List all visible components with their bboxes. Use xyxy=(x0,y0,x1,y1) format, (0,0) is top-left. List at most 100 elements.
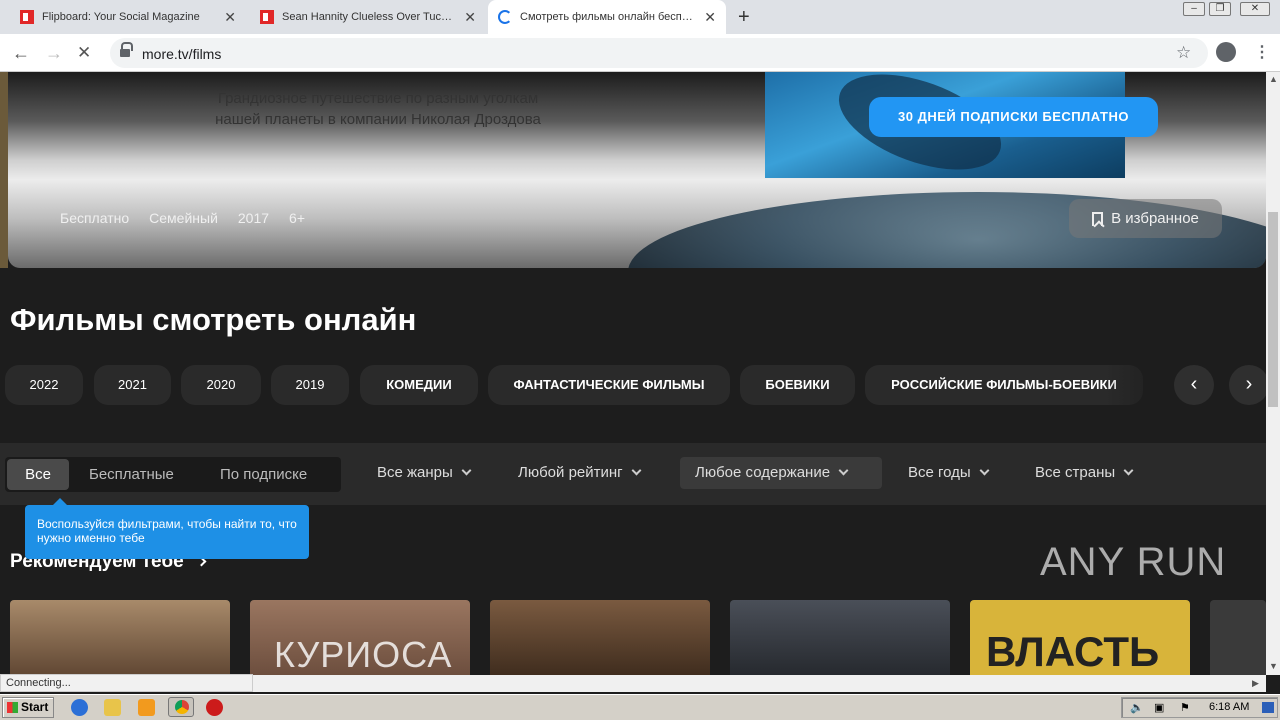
close-window-button[interactable]: ✕ xyxy=(1240,2,1270,16)
folder-icon[interactable] xyxy=(104,699,121,716)
tab-close-icon[interactable]: ✕ xyxy=(464,9,476,26)
category-chips: 2022 2021 2020 2019 КОМЕДИИ ФАНТАСТИЧЕСК… xyxy=(5,365,1175,405)
flipboard-favicon-icon xyxy=(20,10,34,24)
year-dropdown[interactable]: Все годы xyxy=(908,457,990,489)
country-dropdown-label: Все страны xyxy=(1035,464,1116,481)
meta-age-rating: 6+ xyxy=(289,210,306,226)
tab-close-icon[interactable]: ✕ xyxy=(224,9,236,26)
chip-comedies[interactable]: КОМЕДИИ xyxy=(360,365,478,405)
content-dropdown-label: Любое содержание xyxy=(695,464,831,481)
chips-next-arrow-icon[interactable]: › xyxy=(1229,365,1266,405)
movie-poster[interactable] xyxy=(730,600,950,675)
anyrun-watermark: ANY RUN xyxy=(1040,540,1227,584)
bookmark-icon xyxy=(1092,211,1104,226)
opera-icon[interactable] xyxy=(206,699,223,716)
hero-description-line: Грандиозное путешествие по разным уголка… xyxy=(217,90,539,107)
scroll-thumb[interactable] xyxy=(1268,212,1278,407)
browser-tab-more-tv[interactable]: Смотреть фильмы онлайн бесплат ✕ xyxy=(488,0,726,34)
favorites-label: В избранное xyxy=(1111,210,1199,227)
minimize-button[interactable]: – xyxy=(1183,2,1205,16)
chip-action[interactable]: БОЕВИКИ xyxy=(740,365,855,405)
add-to-favorites-button[interactable]: В избранное xyxy=(1069,199,1222,238)
scroll-up-icon[interactable]: ▲ xyxy=(1269,74,1278,84)
forward-arrow-icon[interactable]: → xyxy=(45,43,63,64)
address-bar[interactable]: more.tv/films xyxy=(110,38,1208,68)
chrome-icon xyxy=(175,700,189,714)
system-tray: 🔈 ▣ ⚑ xyxy=(1121,697,1278,718)
chevron-down-icon xyxy=(1123,465,1134,476)
chevron-down-icon xyxy=(838,465,849,476)
chevron-down-icon xyxy=(631,465,642,476)
segment-free[interactable]: Бесплатные xyxy=(89,457,174,492)
meta-price: Бесплатно xyxy=(60,210,130,226)
back-arrow-icon[interactable]: ← xyxy=(12,43,30,64)
meta-genre: Семейный xyxy=(149,210,218,226)
chips-prev-arrow-icon[interactable]: ‹ xyxy=(1174,365,1214,405)
chip-year[interactable]: 2020 xyxy=(181,365,261,405)
status-bubble: Connecting... xyxy=(0,674,253,692)
browser-tab-hannity[interactable]: Sean Hannity Clueless Over Tucker C ✕ xyxy=(250,0,486,34)
scroll-right-icon[interactable]: ▶ xyxy=(1252,678,1259,689)
movie-poster[interactable]: ВЛАСТЬ xyxy=(970,600,1190,675)
scroll-down-icon[interactable]: ▼ xyxy=(1269,661,1278,671)
country-dropdown[interactable]: Все страны xyxy=(1035,457,1134,489)
availability-segmented-control: Все Бесплатные По подписке xyxy=(5,457,341,492)
year-dropdown-label: Все годы xyxy=(908,464,971,481)
chip-russian-action[interactable]: РОССИЙСКИЕ ФИЛЬМЫ-БОЕВИКИ xyxy=(865,365,1143,405)
tab-title: Flipboard: Your Social Magazine xyxy=(42,11,200,23)
chevron-down-icon xyxy=(461,465,472,476)
rating-dropdown[interactable]: Любой рейтинг xyxy=(518,457,642,489)
tab-title: Sean Hannity Clueless Over Tucker C xyxy=(282,11,455,23)
network-icon[interactable]: ▣ xyxy=(1154,701,1164,714)
loading-spinner-icon xyxy=(498,10,512,24)
page-title: Фильмы смотреть онлайн xyxy=(10,302,417,337)
chip-year[interactable]: 2022 xyxy=(5,365,83,405)
segment-subscription[interactable]: По подписке xyxy=(220,457,307,492)
hero-banner[interactable]: Грандиозное путешествие по разным уголка… xyxy=(8,72,1266,268)
chip-year[interactable]: 2019 xyxy=(271,365,349,405)
movie-poster[interactable]: КУРИОСА xyxy=(250,600,470,675)
genre-dropdown[interactable]: Все жанры xyxy=(377,457,472,489)
vertical-scrollbar[interactable]: ▲ ▼ xyxy=(1266,72,1280,675)
segment-all[interactable]: Все xyxy=(7,459,69,490)
chip-year[interactable]: 2021 xyxy=(94,365,171,405)
media-player-icon[interactable] xyxy=(138,699,155,716)
movie-poster[interactable] xyxy=(10,600,230,675)
menu-kebab-icon[interactable]: ⋮ xyxy=(1254,42,1270,62)
new-tab-button[interactable]: + xyxy=(738,6,750,29)
previous-slide-edge[interactable] xyxy=(0,72,8,268)
filter-hint-tooltip: Воспользуйся фильтрами, чтобы найти то, … xyxy=(25,498,309,559)
profile-avatar-icon[interactable] xyxy=(1216,42,1236,62)
browser-toolbar: ← → ✕ more.tv/films ☆ ⋮ xyxy=(0,34,1280,72)
maximize-button[interactable]: ❐ xyxy=(1209,2,1231,16)
browser-tab-flipboard[interactable]: Flipboard: Your Social Magazine ✕ xyxy=(10,0,246,34)
tab-close-icon[interactable]: ✕ xyxy=(704,9,716,26)
content-dropdown[interactable]: Любое содержание xyxy=(680,457,882,489)
volume-icon[interactable]: 🔈 xyxy=(1130,701,1144,714)
hero-description: Грандиозное путешествие по разным уголка… xyxy=(178,88,578,130)
clock: 6:18 AM xyxy=(1209,701,1250,713)
meta-year: 2017 xyxy=(237,210,270,226)
url-text[interactable]: more.tv/films xyxy=(142,46,221,62)
lock-icon xyxy=(120,42,133,58)
filter-bar: Все Бесплатные По подписке Все жанры Люб… xyxy=(0,443,1266,505)
movie-poster[interactable] xyxy=(1210,600,1266,675)
hero-description-line: нашей планеты в компании Николая Дроздов… xyxy=(215,111,541,128)
stop-loading-icon[interactable]: ✕ xyxy=(77,43,91,63)
movie-poster[interactable] xyxy=(490,600,710,675)
bookmark-star-icon[interactable]: ☆ xyxy=(1176,43,1191,63)
chrome-taskbar-button[interactable] xyxy=(168,697,194,717)
start-button[interactable]: Start xyxy=(2,697,54,718)
chip-sci-fi[interactable]: ФАНТАСТИЧЕСКИЕ ФИЛЬМЫ xyxy=(488,365,730,405)
browser-tab-strip: Flipboard: Your Social Magazine ✕ Sean H… xyxy=(0,0,1280,34)
desktop-icon[interactable] xyxy=(1262,702,1274,713)
poster-title: ВЛАСТЬ xyxy=(986,628,1160,675)
promo-subscription-button[interactable]: 30 ДНЕЙ ПОДПИСКИ БЕСПЛАТНО xyxy=(869,97,1158,137)
flag-icon[interactable]: ⚑ xyxy=(1180,701,1190,714)
tab-title: Смотреть фильмы онлайн бесплат xyxy=(520,11,695,23)
chips-fade xyxy=(1105,365,1175,405)
hero-meta: Бесплатно Семейный 2017 6+ xyxy=(60,210,305,226)
windows-taskbar: Start 🔈 ▣ ⚑ 6:18 AM xyxy=(0,694,1280,720)
chevron-down-icon xyxy=(979,465,990,476)
ie-icon[interactable] xyxy=(71,699,88,716)
